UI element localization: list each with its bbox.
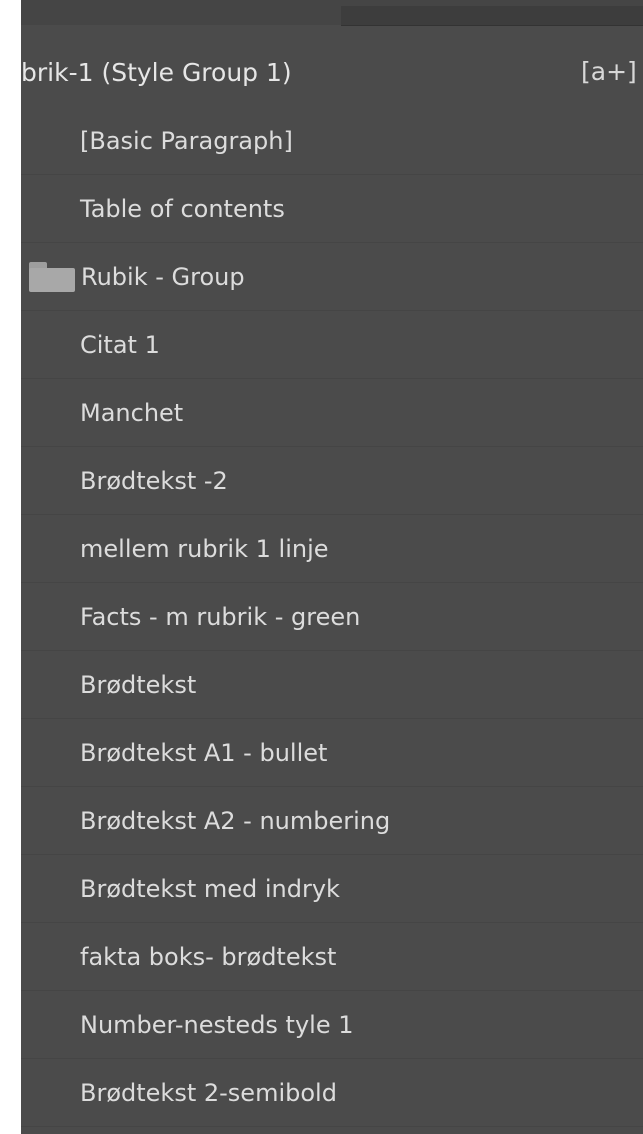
folder-icon (29, 261, 75, 292)
list-item-citat-1[interactable]: Citat 1 (21, 311, 643, 379)
list-item-label: Manchet (80, 398, 184, 427)
list-item-number-nested[interactable]: Number-nesteds tyle 1 (21, 991, 643, 1059)
list-item-label: Brødtekst -2 (80, 466, 228, 495)
style-group-title: brik-1 (Style Group 1) (21, 57, 292, 87)
panel-top-strip (21, 0, 643, 26)
list-item-table-of-contents[interactable]: Table of contents (21, 175, 643, 243)
list-item-brodtekst-a1[interactable]: Brødtekst A1 - bullet (21, 719, 643, 787)
list-item-mellem-rubrik[interactable]: mellem rubrik 1 linje (21, 515, 643, 583)
list-item-label: Brødtekst A1 - bullet (80, 738, 328, 767)
list-item-label: Facts - m rubrik - green (80, 602, 361, 631)
list-item-brodtekst-indryk[interactable]: Brødtekst med indryk (21, 855, 643, 923)
list-item-basic-paragraph[interactable]: [Basic Paragraph] (21, 107, 643, 175)
list-item-label: Number-nesteds tyle 1 (80, 1010, 354, 1039)
list-item-facts-green[interactable]: Facts - m rubrik - green (21, 583, 643, 651)
list-item-brodtekst[interactable]: Brødtekst (21, 651, 643, 719)
list-item-label: Brødtekst (80, 670, 197, 699)
paragraph-styles-panel: brik-1 (Style Group 1) [a+] [Basic Parag… (21, 0, 643, 1134)
list-item-manchet[interactable]: Manchet (21, 379, 643, 447)
new-style-icon[interactable]: [a+] (581, 57, 637, 87)
style-group-header[interactable]: brik-1 (Style Group 1) [a+] (21, 37, 643, 107)
list-item-label: Citat 1 (80, 330, 160, 359)
list-item-label: Brødtekst A2 - numbering (80, 806, 391, 835)
list-item-label: Brødtekst med indryk (80, 874, 340, 903)
list-item-label: Rubik - Group (81, 262, 245, 291)
list-item-brodtekst-semibold[interactable]: Brødtekst 2-semibold (21, 1059, 643, 1127)
list-item-label: Table of contents (80, 194, 285, 223)
list-item-brodtekst-2[interactable]: Brødtekst -2 (21, 447, 643, 515)
list-item-rubik-group[interactable]: Rubik - Group (21, 243, 643, 311)
list-item-label: Brødtekst 2-semibold (80, 1078, 337, 1107)
list-item-label: fakta boks- brødtekst (80, 942, 337, 971)
list-item-fakta-boks[interactable]: fakta boks- brødtekst (21, 923, 643, 991)
panel-tab-area (341, 6, 643, 26)
style-list: [Basic Paragraph] Table of contents Rubi… (21, 107, 643, 1134)
list-item-label: [Basic Paragraph] (80, 126, 293, 155)
list-item-brodtekst-a2[interactable]: Brødtekst A2 - numbering (21, 787, 643, 855)
list-item-label: mellem rubrik 1 linje (80, 534, 329, 563)
